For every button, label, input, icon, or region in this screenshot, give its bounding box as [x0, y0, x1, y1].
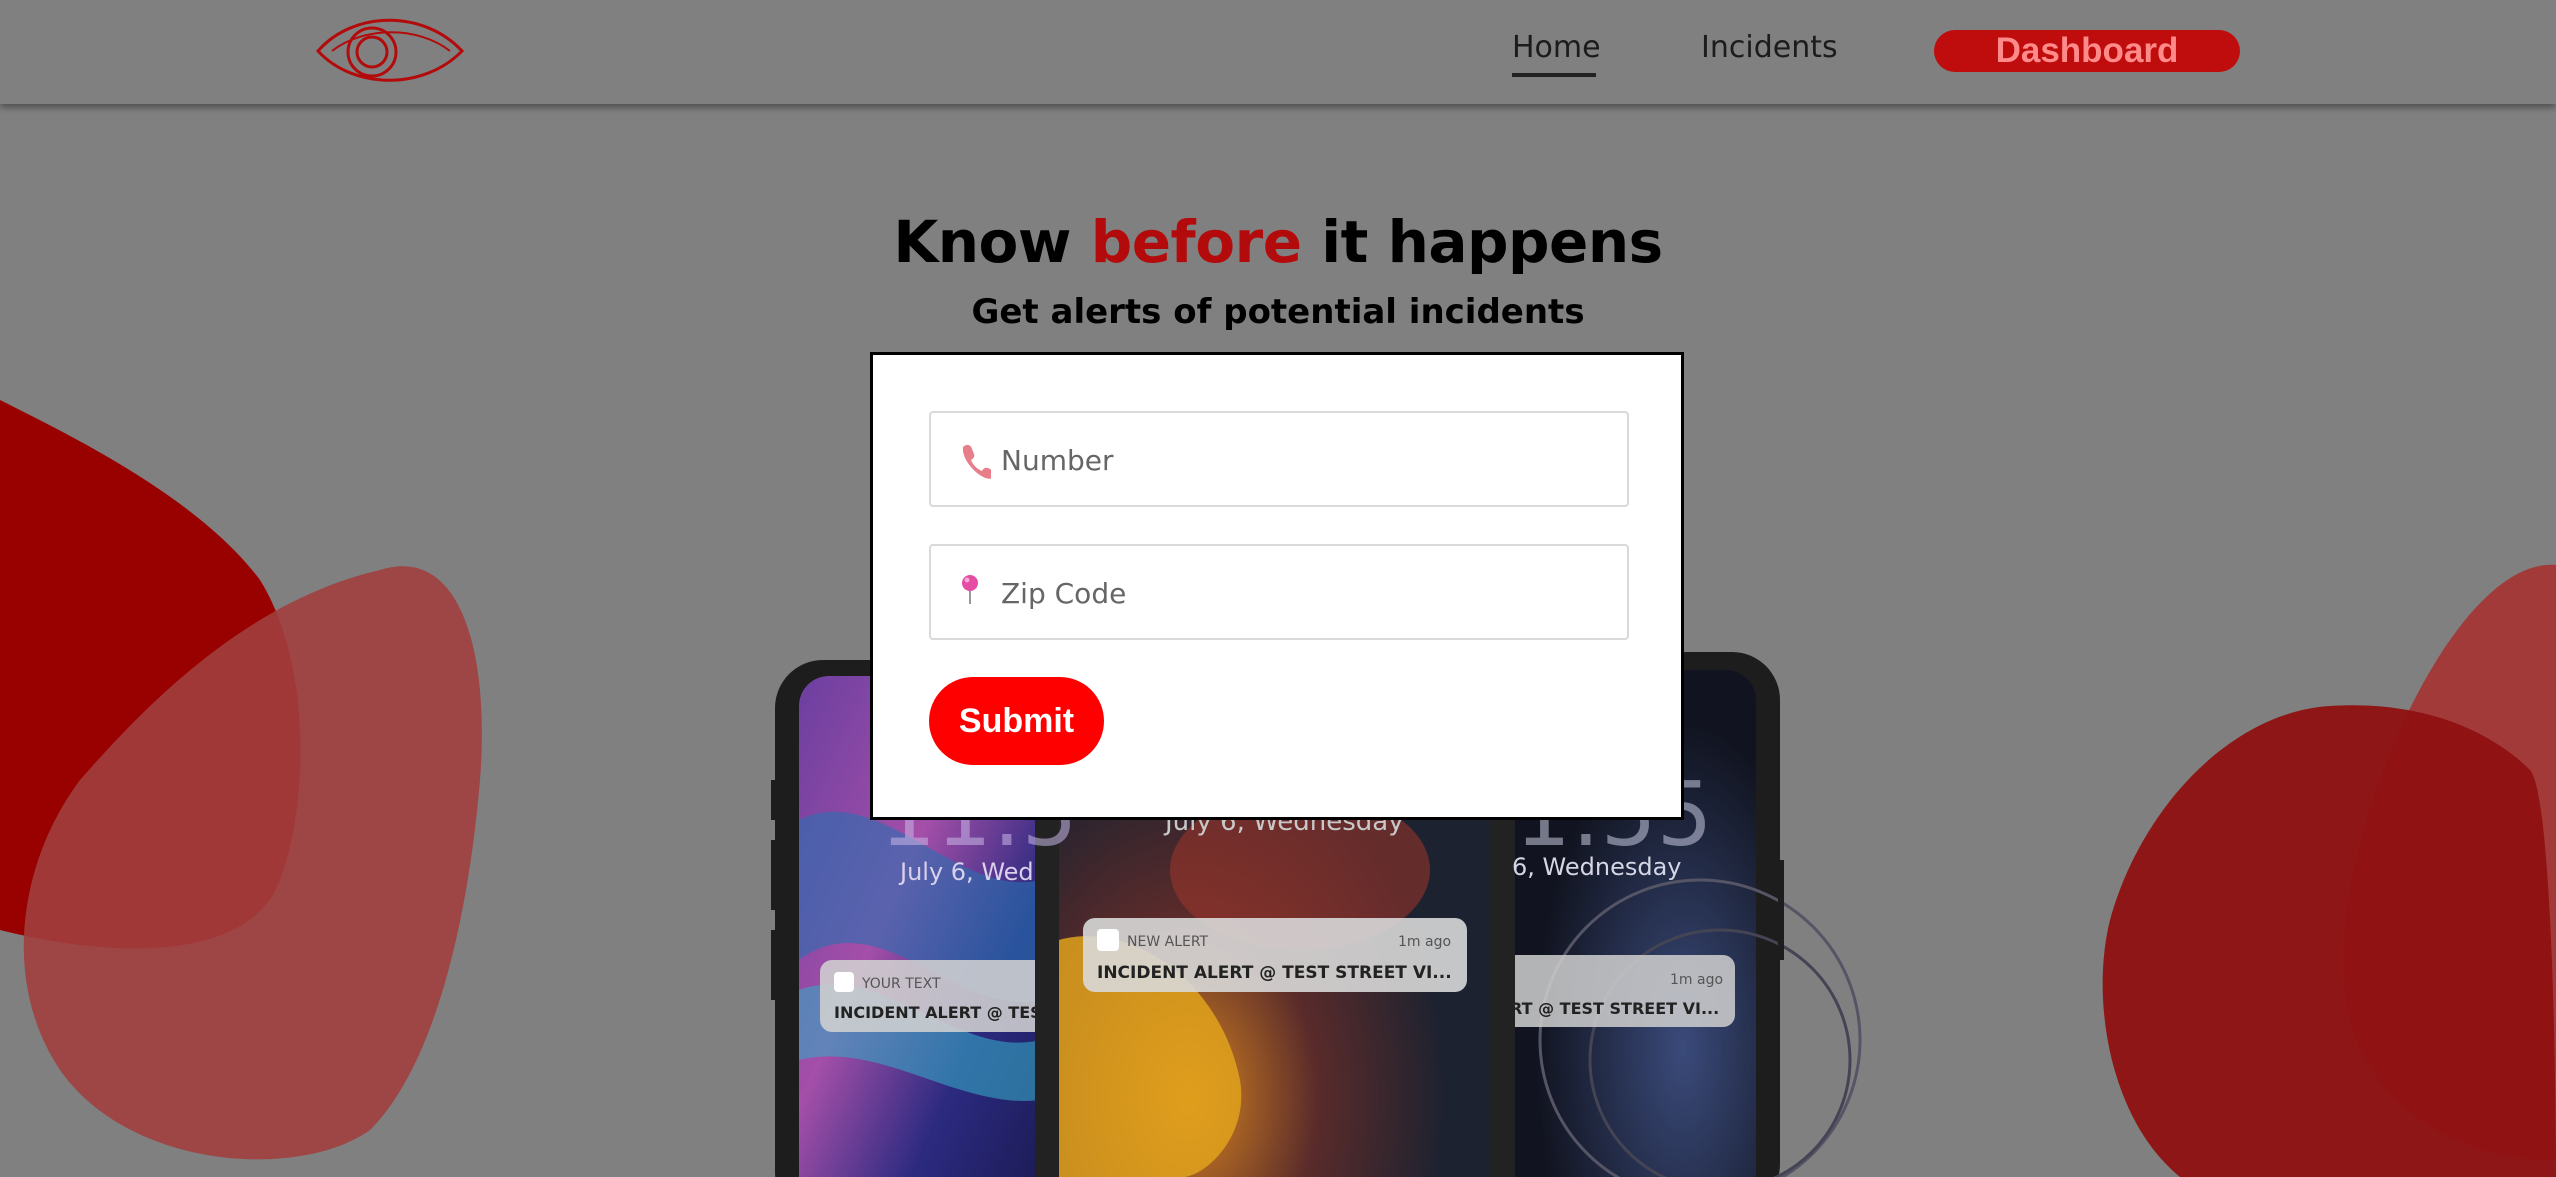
nav-incidents-link[interactable]: Incidents: [1701, 30, 1838, 65]
center-notif-body: INCIDENT ALERT @ TEST STREET VI...: [1097, 963, 1452, 983]
left-phone-date: July 6, Wed: [898, 858, 1034, 886]
navbar: Home Incidents Dashboard: [0, 0, 2556, 104]
center-notif-time: 1m ago: [1398, 934, 1451, 950]
left-notif-app: YOUR TEXT: [861, 976, 941, 992]
hero-subtitle: Get alerts of potential incidents: [971, 292, 1585, 332]
submit-button[interactable]: Submit: [929, 677, 1104, 765]
right-notif-body: RT @ TEST STREET VI...: [1510, 999, 1719, 1018]
phone-icon: [962, 444, 991, 479]
right-notif-time: 1m ago: [1670, 972, 1723, 988]
hero-title-highlight: before: [1090, 208, 1302, 276]
right-phone-date: 6, Wednesday: [1512, 853, 1681, 881]
zip-code-field[interactable]: [929, 544, 1629, 640]
number-field[interactable]: [929, 411, 1629, 507]
pin-icon: [962, 575, 978, 604]
nav-home-underline: [1512, 73, 1596, 77]
center-notif-app: NEW ALERT: [1127, 934, 1209, 950]
hero-title: Know before it happens: [0, 208, 2556, 276]
number-input[interactable]: [999, 413, 1613, 507]
dashboard-button[interactable]: Dashboard: [1934, 30, 2240, 72]
eye-icon[interactable]: [314, 10, 466, 92]
hero-title-part1: Know: [893, 208, 1071, 276]
nav-home-link[interactable]: Home: [1512, 30, 1601, 65]
zip-code-input[interactable]: [999, 546, 1613, 640]
alert-signup-modal: Submit: [870, 352, 1684, 820]
hero-title-part2: it happens: [1321, 208, 1663, 276]
left-notif-body: INCIDENT ALERT @ TEST: [834, 1003, 1053, 1022]
